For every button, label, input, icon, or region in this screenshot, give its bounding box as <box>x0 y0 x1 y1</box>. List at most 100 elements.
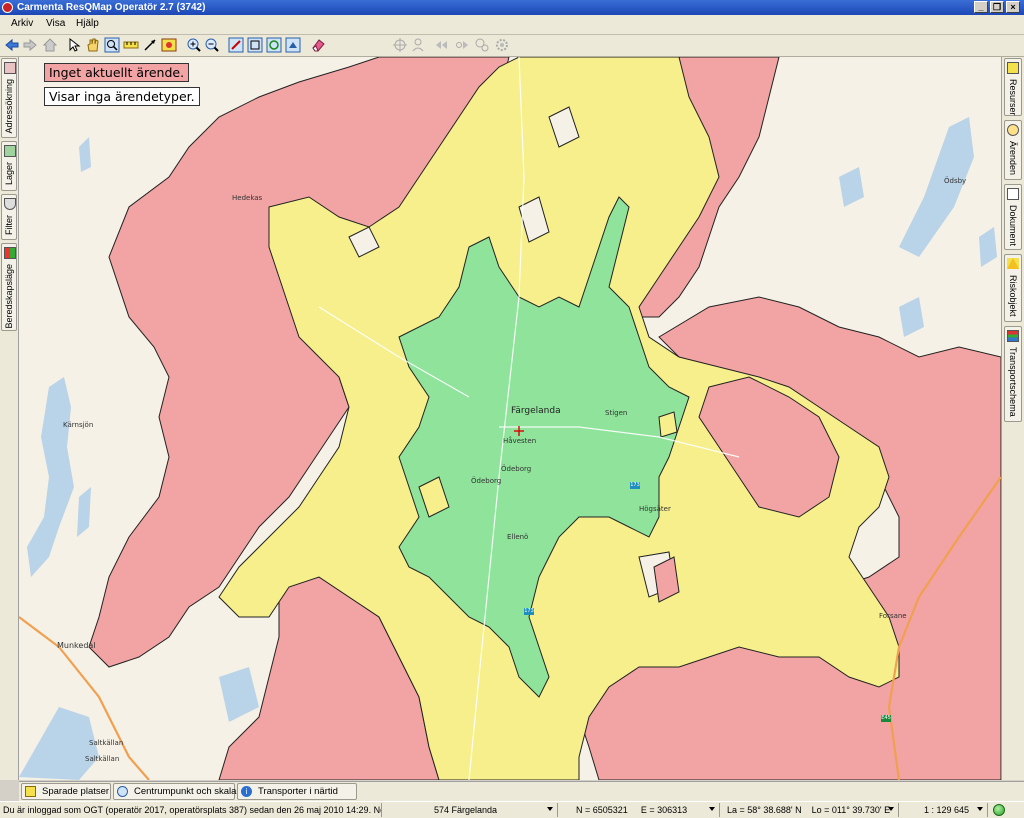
home-icon[interactable] <box>42 37 58 53</box>
tab-label: Ärenden <box>1008 141 1018 176</box>
draw-icon[interactable] <box>228 37 244 53</box>
distance-icon[interactable] <box>142 37 158 53</box>
full-extent-icon[interactable] <box>247 37 263 53</box>
case-types-box: Visar inga ärendetyper. <box>44 87 200 106</box>
zoom-out-icon[interactable] <box>204 37 220 53</box>
zoom-in-icon[interactable] <box>186 37 202 53</box>
right-panel-rail: Resurser Ärenden Dokument Riskobjekt Tra… <box>1001 57 1024 780</box>
tab-adressokning[interactable]: Adressökning <box>1 58 17 138</box>
window-title: Carmenta ResQMap Operatör 2.7 (3742) <box>17 2 206 13</box>
tab-sparade-platser[interactable]: Sparade platser <box>21 783 111 800</box>
tab-label: Adressökning <box>4 79 14 134</box>
login-status: Du är inloggad som OGT (operatör 2017, o… <box>3 803 382 817</box>
location-value: 574 Färgelanda <box>434 805 498 815</box>
road-badge: 173 <box>524 608 534 615</box>
person-search-icon <box>411 37 427 53</box>
menu-visa[interactable]: Visa <box>46 18 65 29</box>
toolbar <box>0 35 1024 57</box>
chevron-down-icon <box>888 807 894 811</box>
forward-arrow-icon[interactable] <box>22 37 38 53</box>
tab-riskobjekt[interactable]: Riskobjekt <box>1004 254 1022 322</box>
tab-filter[interactable]: Filter <box>1 194 17 240</box>
tab-beredskapslage[interactable]: Beredskapsläge <box>1 243 17 331</box>
tab-label: Filter <box>4 215 14 235</box>
window-controls: _ ❐ × <box>974 1 1020 13</box>
place-hedekas: Hedekas <box>232 194 263 202</box>
warning-triangle-icon <box>1007 258 1019 269</box>
place-forsane: Forsane <box>879 612 907 620</box>
refresh-map-icon[interactable] <box>266 37 282 53</box>
tab-centrumpunkt[interactable]: Centrumpunkt och skala <box>113 783 236 800</box>
north-coordinate: N = 6505321 <box>576 805 628 815</box>
tab-label: Lager <box>4 162 14 186</box>
minimize-button[interactable]: _ <box>974 1 988 13</box>
place-odeborg-n: Ödeborg <box>501 465 532 473</box>
place-karnsjon: Kärnsjön <box>63 421 94 429</box>
chevron-down-icon <box>709 807 715 811</box>
status-bar: Du är inloggad som OGT (operatör 2017, o… <box>0 801 1024 818</box>
grid-coordinates[interactable]: N = 6505321 E = 306313 <box>562 803 720 817</box>
menu-hjalp[interactable]: Hjälp <box>76 18 99 29</box>
tab-label: Riskobjekt <box>1008 275 1018 317</box>
map-select-icon[interactable] <box>161 37 177 53</box>
zoom-box-icon[interactable] <box>104 37 120 53</box>
place-saltkallan-1: Saltkällan <box>89 739 124 747</box>
connection-status-icon <box>993 804 1005 816</box>
back-arrow-icon[interactable] <box>4 37 20 53</box>
tab-label: Resurser <box>1008 79 1018 116</box>
tab-label: Transporter i närtid <box>258 786 338 797</box>
place-saltkallan-2: Saltkällan <box>85 755 120 763</box>
place-fargelanda: Färgelanda <box>511 406 561 416</box>
bottom-tab-bar: Sparade platser Centrumpunkt och skala i… <box>19 781 1024 802</box>
scale-select[interactable]: 1 : 129 645 <box>902 803 988 817</box>
eraser-icon[interactable] <box>310 37 326 53</box>
readiness-icon <box>4 247 16 259</box>
layer-view-icon[interactable] <box>285 37 301 53</box>
schedule-icon <box>1007 330 1019 342</box>
layers-icon <box>4 145 16 157</box>
tab-transporter[interactable]: i Transporter i närtid <box>237 783 357 800</box>
place-odeborg-s: Ödeborg <box>471 477 502 485</box>
app-icon <box>2 2 13 13</box>
east-coordinate: E = 306313 <box>640 805 688 815</box>
menu-arkiv[interactable]: Arkiv <box>11 18 33 29</box>
tab-lager[interactable]: Lager <box>1 141 17 191</box>
map-canvas[interactable] <box>19 57 1001 780</box>
case-status-box: Inget aktuellt ärende. <box>44 63 190 82</box>
tab-label: Transportschema <box>1008 347 1018 417</box>
tab-label: Beredskapsläge <box>4 264 14 329</box>
restore-button[interactable]: ❐ <box>990 1 1004 13</box>
saved-places-icon <box>25 786 36 797</box>
tab-arenden[interactable]: Ärenden <box>1004 120 1022 180</box>
place-hogsater: Högsäter <box>639 505 671 513</box>
map-view[interactable]: Inget aktuellt ärende. Visar inga ärende… <box>19 57 1001 780</box>
measure-icon[interactable] <box>123 37 139 53</box>
latitude: La = 58° 38.688' N <box>727 805 802 815</box>
latlon-coordinates[interactable]: La = 58° 38.688' N Lo = 011° 39.730' E <box>723 803 899 817</box>
tab-transportschema[interactable]: Transportschema <box>1004 326 1022 422</box>
road-badge: 173 <box>630 482 640 489</box>
title-bar: Carmenta ResQMap Operatör 2.7 (3742) _ ❐… <box>0 0 1024 15</box>
road-badge: E45 <box>881 715 891 722</box>
place-stigen: Stigen <box>605 409 628 417</box>
pan-hand-icon[interactable] <box>85 37 101 53</box>
tab-label: Sparade platser <box>42 786 110 797</box>
filter-funnel-icon <box>4 198 16 210</box>
settings-gear-icon <box>494 37 510 53</box>
place-havesten: Håvesten <box>503 437 537 445</box>
place-odsby: Ödsby <box>944 177 967 185</box>
place-ellenö: Ellenö <box>507 533 529 541</box>
center-point-icon <box>117 786 128 797</box>
play-icon <box>454 37 470 53</box>
chevron-down-icon <box>977 807 983 811</box>
resources-icon <box>1007 62 1019 74</box>
tab-resurser[interactable]: Resurser <box>1004 58 1022 116</box>
chevron-down-icon <box>547 807 553 811</box>
scale-value: 1 : 129 645 <box>924 805 970 815</box>
pointer-icon[interactable] <box>66 37 82 53</box>
close-button[interactable]: × <box>1006 1 1020 13</box>
tab-dokument[interactable]: Dokument <box>1004 184 1022 250</box>
left-panel-rail: Adressökning Lager Filter Beredskapsläge <box>0 57 19 780</box>
location-select[interactable]: 574 Färgelanda <box>384 803 558 817</box>
tab-label: Dokument <box>1008 205 1018 247</box>
